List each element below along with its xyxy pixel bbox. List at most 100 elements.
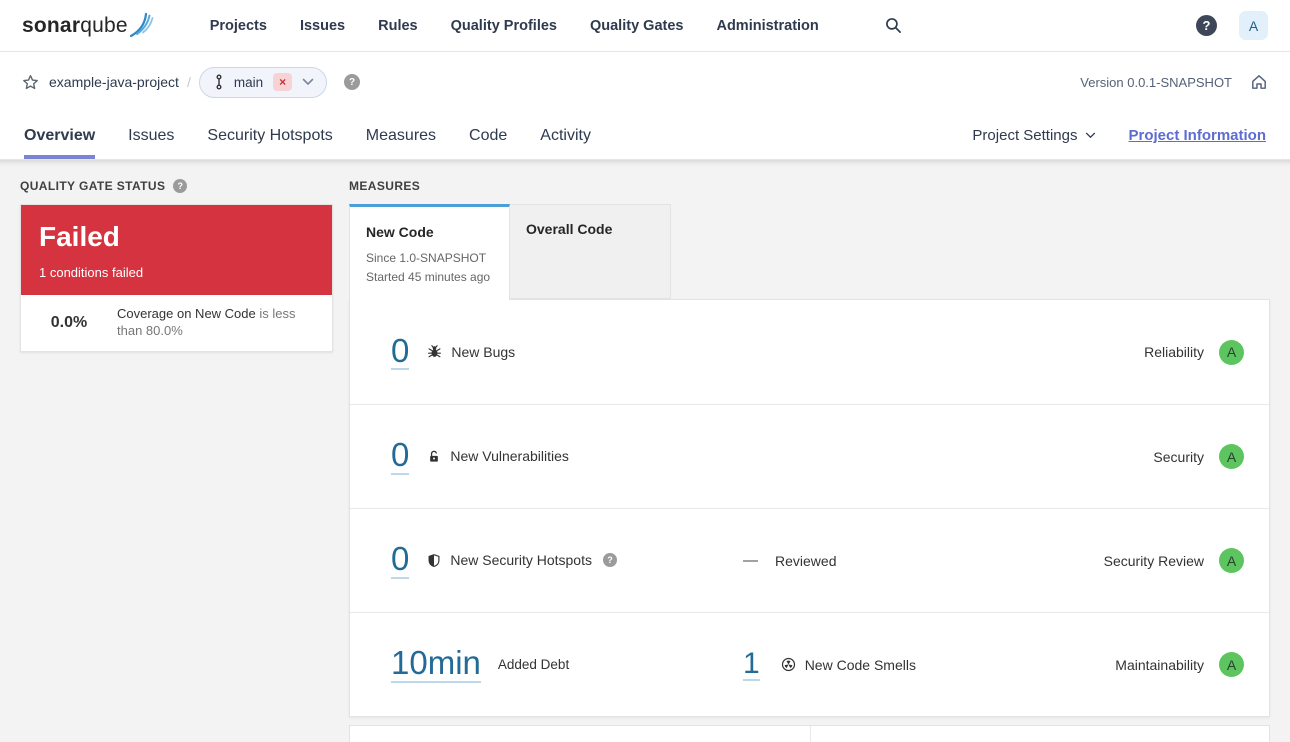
tab-overview[interactable]: Overview xyxy=(24,112,96,159)
tab-code[interactable]: Code xyxy=(469,112,507,159)
home-icon[interactable] xyxy=(1250,73,1268,91)
quality-gate-card: Failed 1 conditions failed 0.0% Coverage… xyxy=(20,204,333,352)
help-icon[interactable]: ? xyxy=(1196,15,1217,36)
hotspots-help-icon[interactable]: ? xyxy=(602,553,617,568)
quality-gate-substatus: 1 conditions failed xyxy=(39,265,144,280)
new-code-smells-count-link[interactable]: 1 xyxy=(743,648,760,682)
code-smell-icon xyxy=(781,657,796,672)
coverage-duplications-cards xyxy=(349,725,1270,742)
project-information-link[interactable]: Project Information xyxy=(1128,127,1266,144)
nav-quality-profiles[interactable]: Quality Profiles xyxy=(451,18,557,34)
reliability-label: Reliability xyxy=(1144,344,1204,360)
tab-issues[interactable]: Issues xyxy=(128,112,174,159)
vulnerabilities-label-group: New Vulnerabilities xyxy=(427,448,569,464)
overall-code-title: Overall Code xyxy=(526,221,613,237)
sonarqube-logo[interactable]: sonarqube xyxy=(22,12,160,38)
new-code-started: Started 45 minutes ago xyxy=(366,269,491,284)
quality-gate-condition-row: 0.0% Coverage on New Code is less than 8… xyxy=(21,295,332,351)
navbar-right: ? A xyxy=(1196,11,1268,40)
project-header-right: Version 0.0.1-SNAPSHOT xyxy=(1080,73,1268,91)
new-hotspots-label: New Security Hotspots xyxy=(450,552,592,569)
nav-quality-gates[interactable]: Quality Gates xyxy=(590,18,683,34)
new-bugs-label: New Bugs xyxy=(451,343,516,360)
project-tabs-right: Project Settings Project Information xyxy=(972,112,1266,159)
branch-clear-icon[interactable]: × xyxy=(273,73,293,91)
nav-rules[interactable]: Rules xyxy=(378,18,418,34)
security-review-rating-badge[interactable]: A xyxy=(1219,548,1244,573)
measures-panel: 0 New Bugs Reliability A 0 New Vulnerabi… xyxy=(349,299,1270,717)
maintainability-rating-badge[interactable]: A xyxy=(1219,652,1244,677)
hotspots-label-group: New Security Hotspots ? xyxy=(427,552,617,568)
condition-metric: Coverage on New Code xyxy=(117,306,256,322)
breadcrumb-project-name[interactable]: example-java-project xyxy=(49,74,179,90)
logo-waves-icon xyxy=(129,12,160,38)
quality-gate-banner: Failed 1 conditions failed xyxy=(21,205,332,295)
debt-left: 10min Added Debt xyxy=(391,646,743,683)
tab-measures[interactable]: Measures xyxy=(366,112,436,159)
branch-help-icon[interactable]: ? xyxy=(344,74,361,90)
reviewed-label: Reviewed xyxy=(775,552,837,569)
favorite-star-icon[interactable] xyxy=(22,74,39,91)
bugs-label-group: New Bugs xyxy=(427,344,515,360)
new-hotspots-count-link[interactable]: 0 xyxy=(391,542,410,579)
condition-value-link[interactable]: 0.0% xyxy=(21,314,117,332)
tab-overall-code[interactable]: Overall Code xyxy=(510,204,671,299)
new-vulnerabilities-count-link[interactable]: 0 xyxy=(391,438,410,475)
quality-gate-section: QUALITY GATE STATUS ? Failed 1 condition… xyxy=(20,178,333,742)
project-version: Version 0.0.1-SNAPSHOT xyxy=(1080,74,1232,90)
new-bugs-count-link[interactable]: 0 xyxy=(391,333,410,371)
nav-administration[interactable]: Administration xyxy=(716,18,818,34)
chevron-down-icon xyxy=(302,78,314,86)
chevron-down-icon xyxy=(1085,132,1096,139)
hotspots-reviewed: — Reviewed xyxy=(743,552,836,569)
measures-tabs: New Code Since 1.0-SNAPSHOT Started 45 m… xyxy=(349,204,1270,300)
branch-selector[interactable]: main × xyxy=(198,66,328,98)
quality-gate-status: Failed xyxy=(39,221,120,252)
quality-gate-heading: QUALITY GATE STATUS ? xyxy=(20,178,333,194)
avatar[interactable]: A xyxy=(1239,11,1268,40)
search-icon[interactable] xyxy=(885,17,902,34)
new-code-smells-label: New Code Smells xyxy=(804,656,916,673)
coverage-card xyxy=(350,726,811,742)
breadcrumb-separator: / xyxy=(186,74,191,90)
quality-gate-help-icon[interactable]: ? xyxy=(173,179,188,193)
security-review-rating: Security Review A xyxy=(1104,548,1244,573)
new-code-since: Since 1.0-SNAPSHOT xyxy=(366,251,487,265)
shield-icon xyxy=(427,553,441,568)
maintainability-label: Maintainability xyxy=(1115,656,1204,673)
measures-section: MEASURES New Code Since 1.0-SNAPSHOT Sta… xyxy=(349,178,1270,742)
branch-name: main xyxy=(233,74,264,90)
nav-issues[interactable]: Issues xyxy=(300,18,345,34)
measure-row-vulnerabilities: 0 New Vulnerabilities Security A xyxy=(350,404,1269,508)
measures-heading: MEASURES xyxy=(349,178,1270,194)
new-code-title: New Code xyxy=(366,224,434,240)
tab-new-code[interactable]: New Code Since 1.0-SNAPSHOT Started 45 m… xyxy=(349,204,510,300)
measure-row-bugs: 0 New Bugs Reliability A xyxy=(350,300,1269,404)
branch-icon xyxy=(214,74,224,90)
measure-row-maintainability: 10min Added Debt 1 New Code Smells Maint… xyxy=(350,612,1269,716)
hotspots-left: 0 New Security Hotspots ? xyxy=(391,542,743,579)
project-tabs-bar: Overview Issues Security Hotspots Measur… xyxy=(0,112,1290,160)
overview-content: QUALITY GATE STATUS ? Failed 1 condition… xyxy=(0,160,1290,742)
condition-text: Coverage on New Code is less than 80.0% xyxy=(117,306,318,340)
nav-projects[interactable]: Projects xyxy=(210,18,267,34)
code-smells-label-group: New Code Smells xyxy=(781,657,916,673)
tab-activity[interactable]: Activity xyxy=(540,112,591,159)
project-settings-menu[interactable]: Project Settings xyxy=(972,127,1096,144)
bug-icon xyxy=(427,344,442,359)
new-vulnerabilities-label: New Vulnerabilities xyxy=(450,448,569,465)
quality-gate-heading-label: QUALITY GATE STATUS xyxy=(20,179,166,193)
new-code-subtitle: Since 1.0-SNAPSHOT Started 45 minutes ag… xyxy=(366,249,493,286)
duplications-card xyxy=(811,726,1269,742)
added-debt-link[interactable]: 10min xyxy=(391,646,481,683)
bugs-left: 0 New Bugs xyxy=(391,333,743,371)
reliability-rating-badge[interactable]: A xyxy=(1219,339,1244,365)
vulnerabilities-left: 0 New Vulnerabilities xyxy=(391,438,743,475)
security-rating-badge[interactable]: A xyxy=(1219,444,1244,469)
project-header: example-java-project / main × ? Version … xyxy=(0,52,1290,112)
maintainability-rating: Maintainability A xyxy=(1115,652,1244,677)
project-tabs: Overview Issues Security Hotspots Measur… xyxy=(24,112,591,159)
tab-security-hotspots[interactable]: Security Hotspots xyxy=(207,112,332,159)
security-rating: Security A xyxy=(1153,444,1244,469)
top-navbar: sonarqube Projects Issues Rules Quality … xyxy=(0,0,1290,52)
